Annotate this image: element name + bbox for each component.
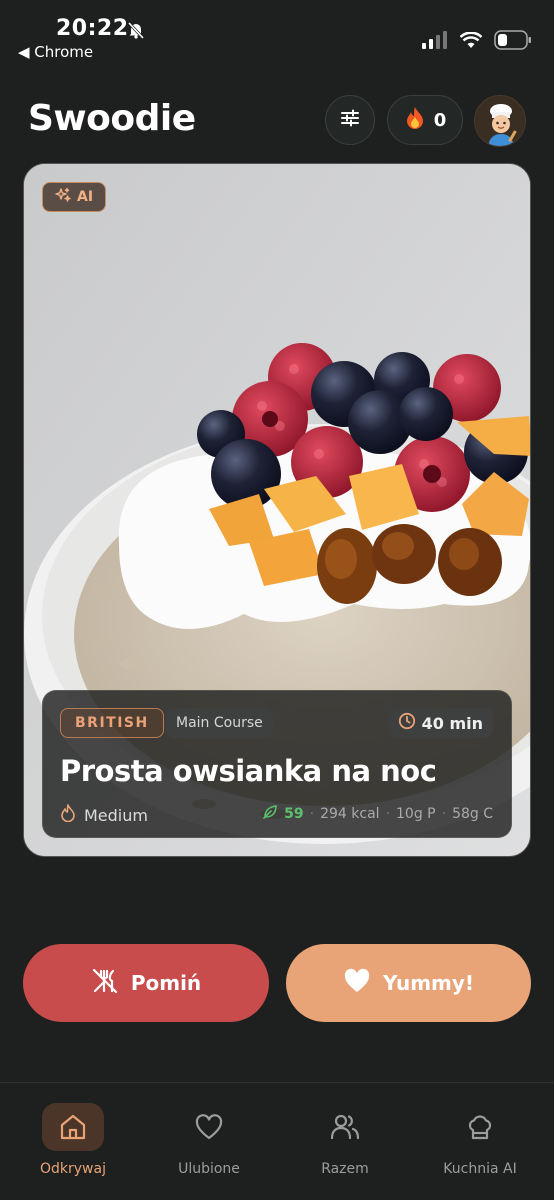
back-to-app-link[interactable]: ◀ Chrome xyxy=(18,43,93,61)
ai-badge-label: AI xyxy=(77,189,94,205)
tab-ai-kitchen[interactable]: Kuchnia AI xyxy=(420,1103,540,1177)
sparkles-icon xyxy=(55,187,71,207)
recipe-info-panel: BRITISH Main Course 40 min Prosta owsian… xyxy=(42,690,512,838)
battery-icon xyxy=(494,30,532,54)
tab-label: Kuchnia AI xyxy=(443,1161,517,1177)
carbs: 58g C xyxy=(452,806,493,822)
protein: 10g P xyxy=(396,806,436,822)
recipe-title: Prosta owsianka na noc xyxy=(60,754,437,788)
chef-hat-icon xyxy=(449,1103,511,1151)
home-icon xyxy=(42,1103,104,1151)
ai-badge: AI xyxy=(42,182,107,212)
heart-icon xyxy=(178,1103,240,1151)
fork-knife-crossed-icon xyxy=(91,967,119,1000)
wifi-icon xyxy=(459,30,483,53)
status-time: 20:22 xyxy=(56,16,129,41)
bottom-tab-bar: Odkrywaj Ulubione Razem Kuchnia AI xyxy=(0,1082,554,1200)
filter-button[interactable] xyxy=(325,95,375,145)
fire-icon xyxy=(404,106,426,135)
nutrition-summary: 59 · 294 kcal · 10g P · 58g C xyxy=(262,804,493,824)
tab-favorites[interactable]: Ulubione xyxy=(149,1103,269,1177)
difficulty: Medium xyxy=(60,804,148,826)
difficulty-label: Medium xyxy=(84,805,148,825)
sliders-icon xyxy=(339,107,361,133)
heart-filled-icon xyxy=(343,968,371,999)
app-title: Swoodie xyxy=(28,98,196,139)
course-tag: Main Course xyxy=(166,708,273,738)
bell-muted-icon xyxy=(126,20,146,44)
tab-label: Razem xyxy=(321,1161,369,1177)
skip-label: Pomiń xyxy=(130,971,202,995)
streak-count: 0 xyxy=(433,109,447,131)
leaf-icon xyxy=(262,804,278,824)
clock-icon xyxy=(398,712,416,734)
cook-time-chip: 40 min xyxy=(387,708,493,738)
yummy-button[interactable]: Yummy! xyxy=(286,944,531,1022)
status-bar: 20:22 ◀ Chrome xyxy=(0,0,554,70)
cook-time: 40 min xyxy=(421,713,483,733)
tab-label: Ulubione xyxy=(178,1161,240,1177)
skip-button[interactable]: Pomiń xyxy=(23,944,269,1022)
streak-button[interactable]: 0 xyxy=(387,95,463,145)
tab-discover[interactable]: Odkrywaj xyxy=(13,1103,133,1177)
avatar[interactable] xyxy=(474,95,526,147)
tab-label: Odkrywaj xyxy=(40,1161,106,1177)
recipe-card[interactable]: AI BRITISH Main Course 40 min Prosta ows… xyxy=(23,163,531,857)
cuisine-tag: BRITISH xyxy=(60,708,164,738)
tab-together[interactable]: Razem xyxy=(285,1103,405,1177)
users-icon xyxy=(314,1103,376,1151)
health-score: 59 xyxy=(284,806,304,822)
cellular-signal-icon xyxy=(422,31,448,53)
yummy-label: Yummy! xyxy=(382,971,475,995)
flame-icon xyxy=(60,804,76,826)
calories: 294 kcal xyxy=(320,806,380,822)
